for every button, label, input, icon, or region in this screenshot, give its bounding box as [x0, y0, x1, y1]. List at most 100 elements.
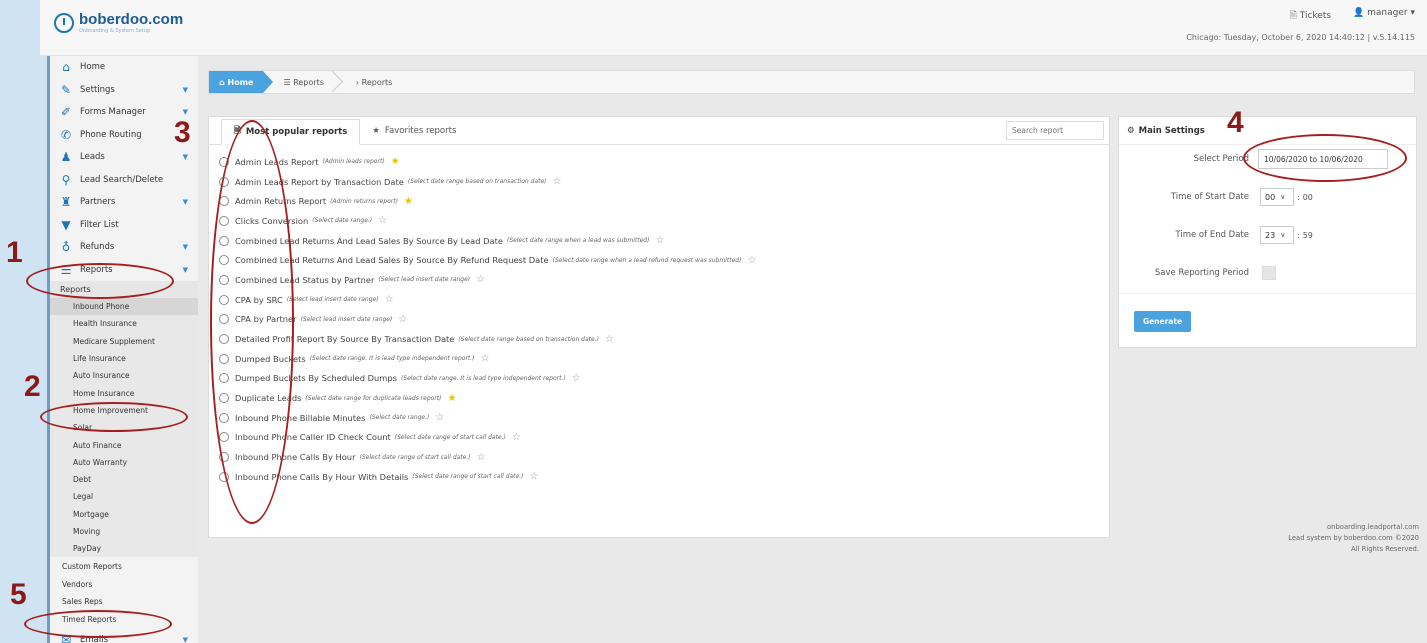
report-item[interactable]: CPA by SRC (Select lead insert date range… [219, 290, 1109, 310]
generate-button[interactable]: Generate [1134, 311, 1191, 332]
sidebar-item-custom-reports[interactable]: Custom Reports [50, 557, 198, 576]
save-period-checkbox[interactable] [1262, 266, 1276, 280]
sidebar-item-lead-search[interactable]: ⚲ Lead Search/Delete [50, 169, 198, 192]
chevron-down-icon: ▼ [182, 198, 188, 207]
logo[interactable]: boberdoo.com Onboarding & System Setup [54, 12, 183, 34]
sidebar-item-leads[interactable]: ♟ Leads ▼ [50, 146, 198, 169]
start-hour-value: 00 [1265, 192, 1276, 202]
report-item[interactable]: Inbound Phone Calls By Hour (Select date … [219, 447, 1109, 467]
sidebar-subitem[interactable]: Auto Insurance [50, 367, 198, 385]
sidebar-item-home[interactable]: ⌂ Home [50, 56, 198, 79]
tab-label: Favorites reports [384, 126, 457, 136]
star-outline-icon[interactable]: ☆ [481, 353, 490, 364]
logo-text: boberdoo.com [79, 11, 184, 28]
search-icon: ⚲ [61, 172, 71, 187]
report-item[interactable]: Clicks Conversion (Select date range.) ☆ [219, 211, 1109, 231]
sidebar-label: Phone Routing [80, 129, 142, 140]
report-item[interactable]: Duplicate Leads (Select date range for du… [219, 388, 1109, 408]
breadcrumb-current: › Reports [336, 71, 404, 93]
annotation-number: 1 [6, 236, 23, 269]
header: boberdoo.com Onboarding & System Setup 🗎… [40, 0, 1427, 56]
sidebar-subitem[interactable]: Mortgage [50, 505, 198, 523]
tab-favorites[interactable]: ★ Favorites reports [360, 118, 468, 144]
star-outline-icon[interactable]: ☆ [476, 274, 485, 285]
sidebar-item-settings[interactable]: ✎ Settings ▼ [50, 79, 198, 102]
list-icon: ☰ [283, 77, 294, 87]
sidebar-subitem[interactable]: Home Insurance [50, 384, 198, 402]
star-outline-icon[interactable]: ☆ [747, 255, 756, 266]
sidebar-label: Forms Manager [80, 107, 146, 118]
sidebar-subitem[interactable]: Moving [50, 522, 198, 541]
annotation-number: 5 [10, 578, 27, 611]
footer-credit: Lead system by boberdoo.com ©2020 [1288, 534, 1419, 542]
chevron-down-icon: ▼ [182, 243, 188, 252]
report-item[interactable]: CPA by Partner (Select lead insert date r… [219, 310, 1109, 330]
sidebar-subitem[interactable]: Medicare Supplement [50, 332, 198, 350]
sidebar-item-filter-list[interactable]: ▼ Filter List [50, 214, 198, 237]
star-outline-icon[interactable]: ☆ [477, 452, 486, 463]
footer-rights: All Rights Reserved. [1351, 545, 1419, 553]
breadcrumb-home-label: Home [227, 77, 254, 87]
report-item[interactable]: Inbound Phone Calls By Hour With Details… [219, 467, 1109, 487]
user-menu[interactable]: 👤 manager ▾ [1353, 8, 1415, 24]
tickets-link[interactable]: 🗎 Tickets [1290, 8, 1331, 24]
breadcrumb-current-label: Reports [361, 77, 393, 87]
report-item[interactable]: Admin Returns Report (Admin returns repor… [219, 191, 1109, 211]
report-item[interactable]: Combined Lead Status by Partner (Select l… [219, 270, 1109, 290]
sidebar-subitem[interactable]: Auto Warranty [50, 453, 198, 471]
report-description: (Select date range when a lead refund re… [552, 256, 742, 264]
star-outline-icon[interactable]: ☆ [378, 215, 387, 226]
sidebar-item-partners[interactable]: ♜ Partners ▼ [50, 191, 198, 214]
colon: : [1297, 230, 1300, 240]
end-time-row: Time of End Date 23 ∨ : 59 [1119, 225, 1418, 245]
sidebar-subitem[interactable]: Debt [50, 470, 198, 489]
report-description: (Select lead insert date range) [286, 296, 379, 304]
report-item[interactable]: Dumped Buckets (Select date range. It is … [219, 349, 1109, 369]
star-outline-icon[interactable]: ☆ [398, 314, 407, 325]
sidebar-subitem[interactable]: Legal [50, 488, 198, 506]
star-outline-icon[interactable]: ☆ [385, 294, 394, 305]
star-outline-icon[interactable]: ☆ [435, 412, 444, 423]
breadcrumb-reports[interactable]: ☰ Reports [263, 71, 335, 93]
report-item[interactable]: Inbound Phone Caller ID Check Count (Sele… [219, 428, 1109, 448]
report-item[interactable]: Detailed Profit Report By Source By Tran… [219, 329, 1109, 349]
report-item[interactable]: Combined Lead Returns And Lead Sales By … [219, 250, 1109, 270]
favorite-star-icon[interactable]: ★ [404, 196, 413, 207]
sidebar-subitem[interactable]: PayDay [50, 540, 198, 558]
report-description: (Select date range. It is lead type inde… [400, 374, 566, 382]
report-item[interactable]: Combined Lead Returns And Lead Sales By … [219, 231, 1109, 251]
end-hour-select[interactable]: 23 ∨ [1260, 226, 1294, 244]
period-label: Select Period [1193, 154, 1249, 164]
search-report-input[interactable] [1006, 121, 1104, 140]
chevron-down-icon: ∨ [1280, 231, 1286, 239]
sidebar-label: Settings [80, 84, 115, 95]
sidebar-subitem[interactable]: Auto Finance [50, 436, 198, 454]
end-time-label: Time of End Date [1175, 230, 1249, 240]
sidebar-label: Refunds [80, 242, 115, 253]
sidebar-subitem[interactable]: Life Insurance [50, 349, 198, 368]
partners-icon: ♜ [60, 195, 72, 210]
sidebar-subitem[interactable]: Inbound Phone [50, 298, 198, 316]
sidebar-subitem[interactable]: Health Insurance [50, 315, 198, 333]
sidebar-item-sales-reps[interactable]: Sales Reps [50, 593, 198, 611]
star-outline-icon[interactable]: ☆ [655, 235, 664, 246]
report-item[interactable]: Inbound Phone Billable Minutes (Select da… [219, 408, 1109, 428]
annotation-oval [24, 610, 172, 638]
star-outline-icon[interactable]: ☆ [529, 471, 538, 482]
report-description: (Select date range. It is lead type inde… [309, 355, 475, 363]
breadcrumb-home[interactable]: ⌂ Home [209, 71, 275, 93]
sidebar-item-refunds[interactable]: ♁ Refunds ▼ [50, 236, 198, 259]
report-item[interactable]: Admin Leads Report by Transaction Date (S… [219, 172, 1109, 192]
star-outline-icon[interactable]: ☆ [572, 373, 581, 384]
sidebar-item-vendors[interactable]: Vendors [50, 575, 198, 594]
favorite-star-icon[interactable]: ★ [447, 393, 456, 404]
star-outline-icon[interactable]: ☆ [552, 176, 561, 187]
start-hour-select[interactable]: 00 ∨ [1260, 188, 1294, 206]
favorite-star-icon[interactable]: ★ [391, 156, 400, 167]
star-outline-icon[interactable]: ☆ [605, 334, 614, 345]
star-outline-icon[interactable]: ☆ [512, 432, 521, 443]
report-item[interactable]: Dumped Buckets By Scheduled Dumps (Select… [219, 369, 1109, 389]
star-icon: ★ [372, 126, 380, 136]
tickets-label: Tickets [1299, 11, 1332, 21]
report-item[interactable]: Admin Leads Report (Admin leads report) ★ [219, 152, 1109, 172]
